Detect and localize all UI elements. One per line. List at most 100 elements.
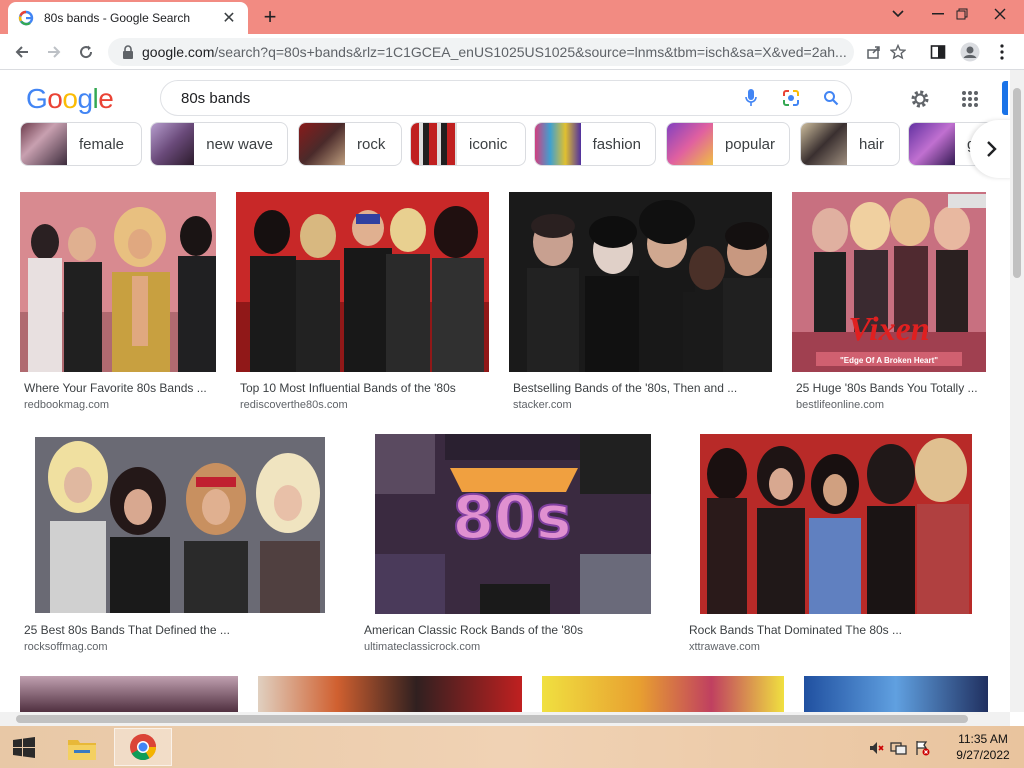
settings-gear-icon[interactable] bbox=[906, 85, 934, 113]
vertical-scrollbar-thumb[interactable] bbox=[1013, 88, 1021, 278]
lens-camera-icon[interactable] bbox=[771, 81, 811, 115]
file-explorer-folder-icon[interactable] bbox=[58, 730, 106, 766]
result-caption: 25 Best 80s Bands That Defined the ... bbox=[24, 623, 230, 637]
image-result[interactable] bbox=[20, 676, 238, 712]
result-source: rediscoverthe80s.com bbox=[240, 399, 348, 411]
chip-thumbnail bbox=[535, 123, 581, 165]
result-caption: 25 Huge '80s Bands You Totally ... bbox=[796, 381, 978, 395]
volume-muted-icon[interactable] bbox=[868, 740, 884, 756]
chip-new-wave[interactable]: new wave bbox=[150, 122, 288, 166]
result-caption: Rock Bands That Dominated The 80s ... bbox=[689, 623, 903, 637]
result-thumbnail bbox=[258, 676, 522, 712]
chip-rock[interactable]: rock bbox=[298, 122, 402, 166]
result-thumbnail bbox=[20, 676, 238, 712]
horizontal-scrollbar[interactable] bbox=[0, 712, 1010, 726]
image-result[interactable] bbox=[804, 676, 988, 712]
chrome-taskbar-icon[interactable] bbox=[114, 728, 172, 766]
side-panel-icon[interactable] bbox=[924, 38, 952, 66]
image-result[interactable]: Rock Bands That Dominated The 80s ... xt… bbox=[685, 434, 989, 655]
result-source: rocksoffmag.com bbox=[24, 641, 108, 653]
result-thumbnail bbox=[542, 676, 784, 712]
result-caption: Bestselling Bands of the '80s, Then and … bbox=[513, 381, 738, 395]
vertical-scrollbar[interactable] bbox=[1010, 70, 1024, 712]
chip-thumbnail bbox=[21, 123, 67, 165]
image-result[interactable]: 25 Best 80s Bands That Defined the ... r… bbox=[20, 437, 340, 655]
tab-close-icon[interactable]: ✕ bbox=[220, 8, 238, 28]
search-box[interactable]: 80s bands bbox=[160, 80, 852, 116]
windows-taskbar: 11:35 AM 9/27/2022 bbox=[0, 726, 1024, 768]
chip-female[interactable]: female bbox=[20, 122, 142, 166]
result-thumbnail bbox=[685, 434, 987, 614]
system-tray bbox=[868, 734, 948, 762]
chip-thumbnail bbox=[667, 123, 713, 165]
result-caption: American Classic Rock Bands of the '80s bbox=[364, 623, 584, 637]
vixen-album-title-text: "Edge Of A Broken Heart" bbox=[840, 356, 938, 365]
horizontal-scrollbar-thumb[interactable] bbox=[16, 715, 968, 723]
url-text: google.com/search?q=80s+bands&rlz=1C1GCE… bbox=[142, 44, 847, 60]
image-result[interactable]: Where Your Favorite 80s Bands ... redboo… bbox=[20, 192, 220, 414]
result-thumbnail bbox=[20, 192, 216, 372]
forward-button[interactable] bbox=[40, 38, 68, 66]
result-thumbnail bbox=[236, 192, 489, 372]
chip-thumbnail bbox=[801, 123, 847, 165]
browser-toolbar: google.com/search?q=80s+bands&rlz=1C1GCE… bbox=[0, 34, 1024, 70]
address-bar[interactable]: google.com/search?q=80s+bands&rlz=1C1GCE… bbox=[108, 38, 854, 66]
chip-hair[interactable]: hair bbox=[800, 122, 900, 166]
chips-next-chevron-icon[interactable] bbox=[970, 120, 1014, 178]
google-logo[interactable]: Google bbox=[26, 83, 114, 115]
vixen-logo-text: Vixen bbox=[848, 311, 929, 348]
image-result[interactable]: Bestselling Bands of the '80s, Then and … bbox=[509, 192, 775, 414]
tab-strip: 80s bands - Google Search ✕ + bbox=[0, 0, 1024, 34]
chip-thumbnail bbox=[909, 123, 955, 165]
result-thumbnail: 80s bbox=[360, 434, 666, 614]
clock-time: 11:35 AM bbox=[958, 732, 1008, 746]
voice-search-mic-icon[interactable] bbox=[731, 81, 771, 115]
chip-thumbnail bbox=[299, 123, 345, 165]
start-windows-icon[interactable] bbox=[6, 732, 42, 764]
bookmark-star-icon[interactable] bbox=[884, 38, 912, 66]
google-header: Google 80s bands bbox=[0, 71, 1010, 127]
image-result[interactable] bbox=[542, 676, 784, 712]
new-tab-button[interactable]: + bbox=[256, 4, 284, 30]
tab-active[interactable]: 80s bands - Google Search ✕ bbox=[8, 2, 248, 34]
image-result[interactable]: 80s American Classic Rock Bands of the '… bbox=[360, 434, 666, 655]
image-result[interactable] bbox=[258, 676, 522, 712]
result-source: bestlifeonline.com bbox=[796, 399, 885, 411]
result-caption: Top 10 Most Influential Bands of the '80… bbox=[240, 381, 456, 395]
result-source: ultimateclassicrock.com bbox=[364, 641, 481, 653]
back-button[interactable] bbox=[8, 38, 36, 66]
close-window-button[interactable] bbox=[978, 0, 1022, 28]
result-thumbnail bbox=[804, 676, 988, 712]
chip-iconic[interactable]: iconic bbox=[410, 122, 526, 166]
result-thumbnail bbox=[509, 192, 772, 372]
result-source: xttrawave.com bbox=[689, 641, 760, 653]
action-center-flag-icon[interactable] bbox=[914, 740, 930, 756]
chip-popular[interactable]: popular bbox=[666, 122, 790, 166]
chrome-menu-icon[interactable] bbox=[988, 38, 1016, 66]
tab-search-chevron-icon[interactable] bbox=[876, 0, 920, 28]
related-search-chips: female new wave rock iconic fashion popu… bbox=[0, 122, 1010, 168]
chip-fashion[interactable]: fashion bbox=[534, 122, 656, 166]
profile-avatar-icon[interactable] bbox=[956, 38, 984, 66]
result-source: redbookmag.com bbox=[24, 399, 109, 411]
sign-in-button-edge[interactable] bbox=[1002, 81, 1008, 115]
result-thumbnail bbox=[20, 437, 340, 613]
search-input[interactable]: 80s bands bbox=[181, 90, 731, 107]
google-favicon-icon bbox=[18, 10, 34, 26]
google-apps-grid-icon[interactable] bbox=[956, 85, 984, 113]
clock-date: 9/27/2022 bbox=[956, 748, 1010, 762]
result-caption: Where Your Favorite 80s Bands ... bbox=[24, 381, 207, 395]
result-source: stacker.com bbox=[513, 399, 572, 411]
image-result[interactable]: Vixen "Edge Of A Broken Heart" 25 Huge '… bbox=[792, 192, 992, 414]
network-icon[interactable] bbox=[890, 740, 908, 756]
result-thumbnail: Vixen "Edge Of A Broken Heart" bbox=[792, 192, 986, 372]
taskbar-clock[interactable]: 11:35 AM 9/27/2022 bbox=[950, 731, 1016, 763]
image-result[interactable]: Top 10 Most Influential Bands of the '80… bbox=[236, 192, 492, 414]
reload-button[interactable] bbox=[72, 38, 100, 66]
lock-icon bbox=[123, 45, 133, 59]
tab-title: 80s bands - Google Search bbox=[44, 11, 191, 25]
chip-thumbnail bbox=[411, 123, 457, 165]
eighties-logo-text: 80s bbox=[452, 483, 571, 553]
search-icon[interactable] bbox=[811, 81, 851, 115]
chip-thumbnail bbox=[151, 123, 195, 165]
